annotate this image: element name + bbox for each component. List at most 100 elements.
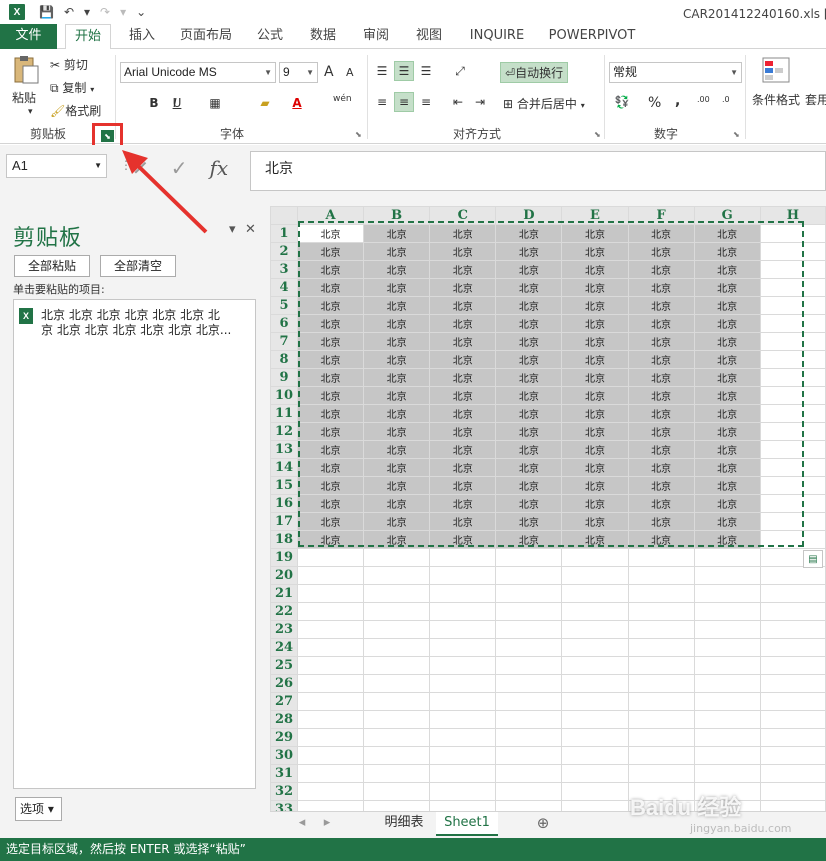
save-icon[interactable]: 💾 (39, 5, 54, 19)
cell[interactable]: 北京 (296, 224, 365, 243)
cell[interactable]: 北京 (363, 368, 431, 387)
grow-font-button[interactable]: A (324, 64, 334, 80)
paste-all-button[interactable]: 全部粘贴 (14, 255, 90, 277)
cell[interactable]: 北京 (296, 422, 365, 441)
cell[interactable] (627, 656, 695, 675)
tab-page-layout[interactable]: 页面布局 (176, 24, 236, 49)
number-format-combo[interactable]: 常规 ▼ (609, 62, 742, 83)
row-header[interactable]: 18 (270, 530, 298, 549)
cell[interactable]: 北京 (627, 386, 695, 405)
cell[interactable]: 北京 (627, 458, 695, 477)
cell[interactable] (759, 566, 826, 585)
cell[interactable]: 北京 (561, 530, 629, 549)
row-header[interactable]: 22 (270, 602, 298, 621)
cell[interactable]: 北京 (363, 242, 431, 261)
cell[interactable] (561, 710, 629, 729)
scroll-left-icon[interactable]: ◂ (295, 812, 309, 836)
cell[interactable]: 北京 (627, 278, 695, 297)
cell[interactable]: 北京 (363, 512, 431, 531)
row-header[interactable]: 8 (270, 350, 298, 369)
cell[interactable] (759, 404, 826, 423)
cell[interactable] (693, 746, 761, 765)
cell[interactable] (627, 728, 695, 747)
cell[interactable] (759, 764, 826, 783)
cell[interactable] (363, 584, 431, 603)
underline-button[interactable]: U (167, 93, 187, 113)
tab-sheet1[interactable]: Sheet1 (436, 812, 498, 836)
cell[interactable]: 北京 (429, 242, 497, 261)
bold-button[interactable]: B (144, 93, 164, 113)
row-header[interactable]: 16 (270, 494, 298, 513)
tab-formulas[interactable]: 公式 (252, 24, 288, 49)
cell[interactable] (759, 530, 826, 549)
cell[interactable] (495, 584, 563, 603)
cell[interactable] (495, 728, 563, 747)
cell[interactable] (561, 638, 629, 657)
cell[interactable] (495, 692, 563, 711)
cell[interactable] (429, 782, 497, 801)
cell[interactable]: 北京 (693, 224, 761, 243)
row-header[interactable]: 14 (270, 458, 298, 477)
cell[interactable] (363, 746, 431, 765)
cell[interactable]: 北京 (495, 332, 563, 351)
clear-all-button[interactable]: 全部清空 (100, 255, 176, 277)
cell[interactable] (495, 710, 563, 729)
cell[interactable] (561, 782, 629, 801)
cell[interactable] (693, 692, 761, 711)
row-header[interactable]: 10 (270, 386, 298, 405)
cell[interactable] (363, 674, 431, 693)
column-header[interactable]: B (363, 206, 431, 225)
cell[interactable] (429, 674, 497, 693)
cell[interactable] (296, 548, 365, 567)
cell[interactable]: 北京 (693, 440, 761, 459)
cell[interactable] (296, 656, 365, 675)
font-name-combo[interactable]: Arial Unicode MS ▼ (120, 62, 276, 83)
cell[interactable]: 北京 (429, 404, 497, 423)
cell[interactable] (693, 728, 761, 747)
cell[interactable]: 北京 (561, 350, 629, 369)
cell[interactable] (429, 764, 497, 783)
cell[interactable] (759, 494, 826, 513)
cell[interactable] (759, 224, 826, 243)
cell[interactable]: 北京 (627, 476, 695, 495)
phonetic-button[interactable]: wén (333, 94, 352, 104)
row-header[interactable]: 6 (270, 314, 298, 333)
merge-center-button[interactable]: ⊞ 合并后居中 ▾ (503, 95, 585, 112)
cell[interactable] (429, 728, 497, 747)
cell[interactable]: 北京 (296, 404, 365, 423)
cell[interactable] (561, 566, 629, 585)
cell[interactable] (759, 692, 826, 711)
row-header[interactable]: 27 (270, 692, 298, 711)
cell[interactable] (627, 746, 695, 765)
cell[interactable] (693, 710, 761, 729)
cell[interactable]: 北京 (693, 512, 761, 531)
cell[interactable]: 北京 (363, 476, 431, 495)
cell[interactable] (495, 638, 563, 657)
cell[interactable]: 北京 (561, 224, 629, 243)
cell-grid[interactable]: ABCDEFGH 1 北京 北京 北京 北京 北京 北京 北京 2 北京 北京 北京 北京 北京 北京 北京 3… (270, 206, 826, 811)
cut-button[interactable]: ✂ 剪切 (50, 56, 88, 73)
cell[interactable]: 北京 (429, 224, 497, 243)
cell[interactable] (363, 764, 431, 783)
row-header[interactable]: 5 (270, 296, 298, 315)
cell[interactable]: 北京 (561, 278, 629, 297)
cell[interactable]: 北京 (296, 530, 365, 549)
tab-powerpivot[interactable]: POWERPIVOT (546, 24, 638, 49)
cancel-icon[interactable]: ✕ (132, 156, 149, 180)
align-left-icon[interactable]: ≡ (372, 92, 392, 112)
clipboard-item[interactable]: X 北京 北京 北京 北京 北京 北京 北 京 北京 北京 北京 北京 北京 北… (19, 308, 241, 338)
cell[interactable]: 北京 (627, 368, 695, 387)
row-header[interactable]: 28 (270, 710, 298, 729)
cell[interactable]: 北京 (561, 332, 629, 351)
cell[interactable]: 北京 (429, 314, 497, 333)
cell[interactable]: 北京 (429, 386, 497, 405)
cell[interactable]: 北京 (627, 530, 695, 549)
font-dialog-launcher-icon[interactable]: ⬊ (355, 130, 362, 139)
name-box[interactable]: A1 ▼ (6, 154, 107, 178)
cell[interactable]: 北京 (296, 278, 365, 297)
cell[interactable]: 北京 (693, 422, 761, 441)
cell[interactable]: 北京 (693, 242, 761, 261)
cell[interactable] (495, 602, 563, 621)
cell[interactable]: 北京 (296, 386, 365, 405)
cell[interactable] (363, 656, 431, 675)
